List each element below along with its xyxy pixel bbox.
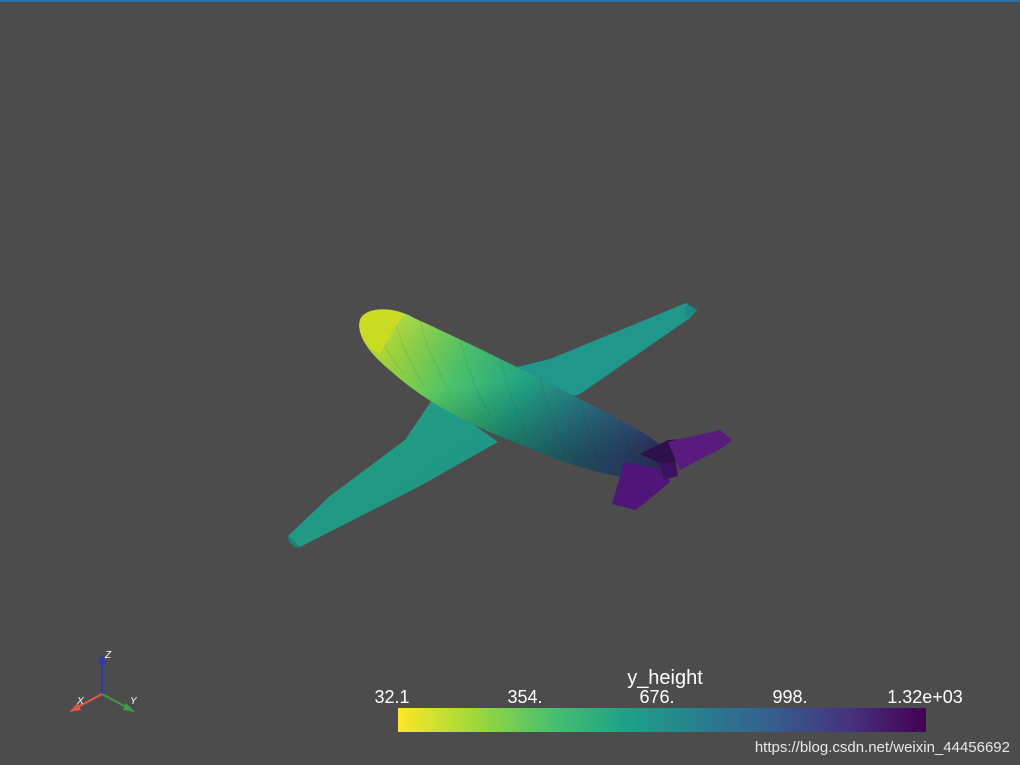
left-wing — [288, 400, 498, 547]
scalar-bar-tick: 676. — [639, 687, 675, 707]
x-axis-label: X — [76, 696, 84, 707]
scalar-bar-tick: 998. — [772, 687, 808, 707]
scalar-bar-colormap — [398, 708, 926, 732]
render-viewport[interactable]: Z X Y y_height 32.1 354. 676. 998. 1.32e… — [0, 0, 1020, 765]
airplane-scene[interactable] — [0, 2, 1020, 765]
scalar-bar-tick: 32.1 — [374, 687, 410, 707]
orientation-axes-widget: Z X Y — [69, 650, 138, 712]
right-stabilizer — [668, 430, 732, 470]
z-axis-label: Z — [104, 650, 112, 661]
scalar-bar-tick: 354. — [507, 687, 543, 707]
scalar-bar-tick: 1.32e+03 — [887, 687, 963, 707]
y-axis-label: Y — [130, 696, 138, 707]
watermark-text: https://blog.csdn.net/weixin_44456692 — [754, 739, 1010, 756]
y-axis-line — [101, 693, 129, 709]
scalar-bar: y_height 32.1 354. 676. 998. 1.32e+03 — [360, 666, 980, 736]
